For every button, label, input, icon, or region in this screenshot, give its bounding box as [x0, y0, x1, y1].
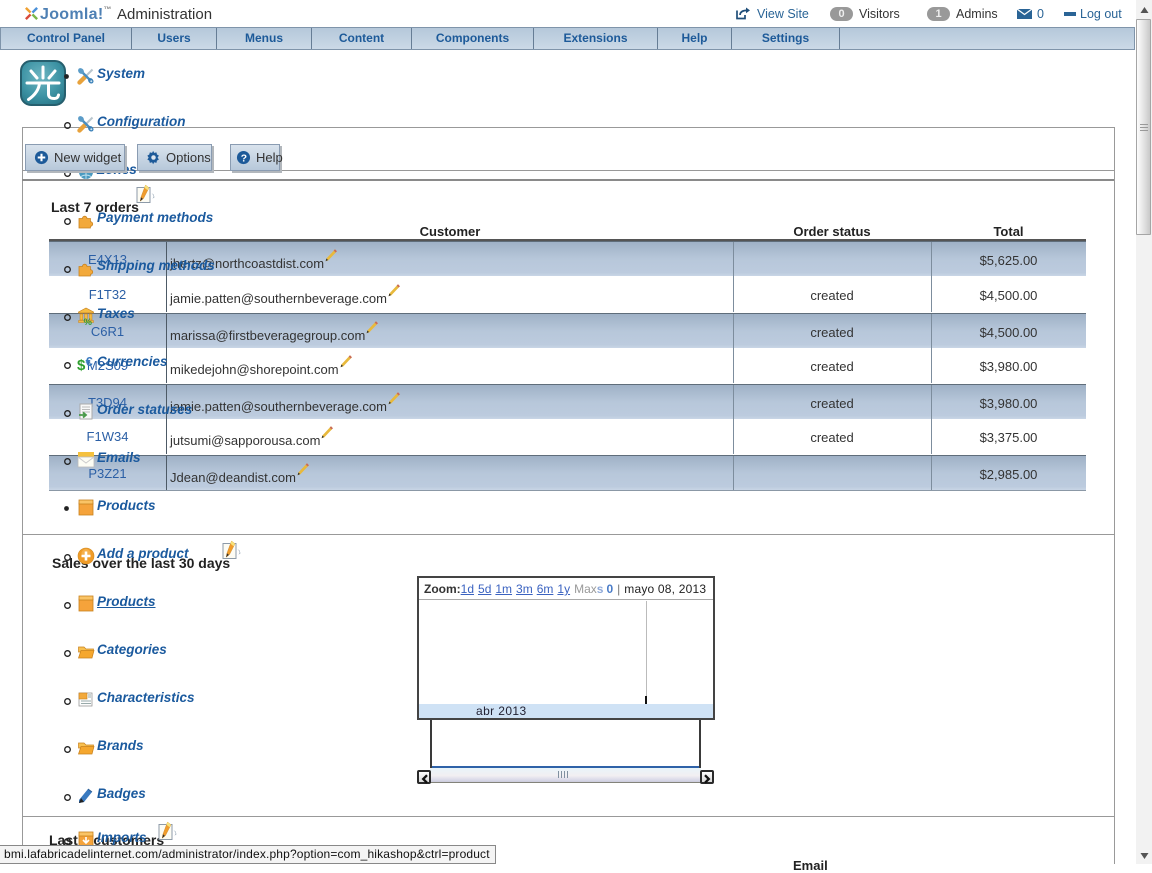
svg-text:$: $ — [77, 357, 86, 373]
svg-text:%: % — [84, 317, 93, 325]
svg-text:€: € — [86, 355, 93, 369]
svg-text:?: ? — [241, 153, 247, 164]
